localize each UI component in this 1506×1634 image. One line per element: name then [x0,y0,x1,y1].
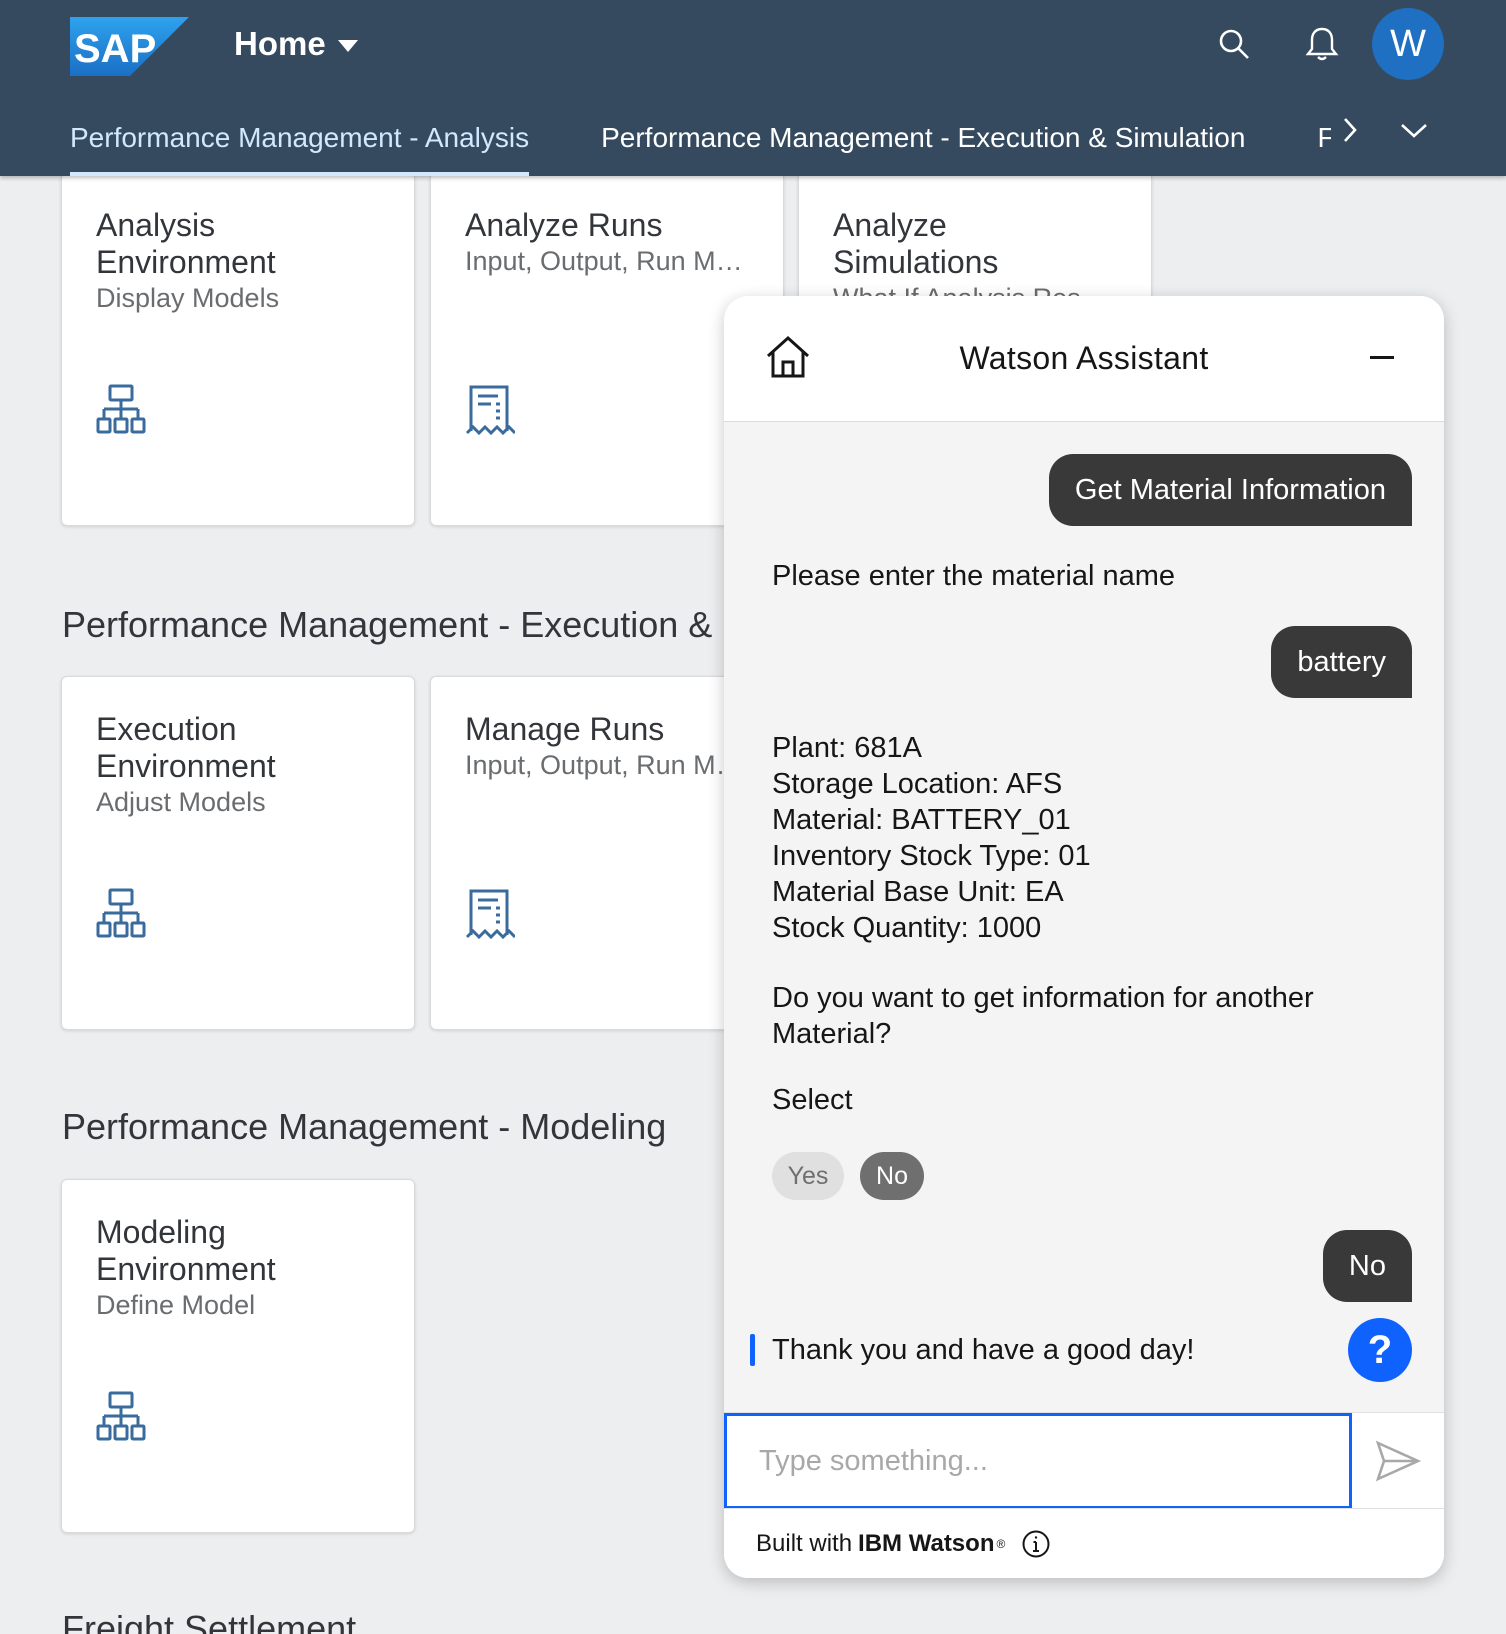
info-icon[interactable] [1021,1529,1051,1559]
footer-built-with: Built with [756,1529,853,1557]
option-no-button[interactable]: No [860,1152,924,1200]
bell-icon[interactable] [1300,22,1344,66]
tile-title: Analyze Runs Input, Output, Run Monitor [465,207,753,276]
chevron-down-icon[interactable] [1392,108,1436,152]
input-row [724,1412,1444,1509]
tile-title: Analysis Environment Display Models [96,207,384,315]
help-button[interactable]: ? [1348,1318,1412,1382]
watson-assistant-panel: Watson Assistant Get Material Informatio… [724,296,1444,1578]
bot-question: Do you want to get information for anoth… [772,982,1314,1050]
watson-footer: Built with IBM Watson ® [724,1508,1444,1578]
group-title-modeling: Performance Management - Modeling [62,1106,667,1147]
receipt-icon [465,385,515,436]
user-message: Get Material Information [1048,454,1412,526]
tile-title: Modeling Environment Define Model [96,1214,384,1322]
user-avatar[interactable]: W [1372,8,1444,80]
sap-logo[interactable]: SAP [70,17,189,76]
detail-line: Inventory Stock Type: 01 [772,840,1091,872]
tile-subtitle: Input, Output, Run Monitor [465,750,753,780]
home-menu-label: Home [234,25,326,62]
tab-pm-analysis[interactable]: Performance Management - Analysis [70,100,530,176]
bot-message-indicator [750,1334,755,1366]
tile-execution-environment[interactable]: Execution Environment Adjust Models [61,676,415,1030]
tile-title: Manage Runs Input, Output, Run Monitor [465,711,753,780]
chevron-right-icon[interactable] [1328,108,1372,152]
user-message: No [1322,1230,1412,1302]
tile-analysis-environment[interactable]: Analysis Environment Display Models [61,176,415,526]
hierarchy-icon [96,1391,146,1441]
send-icon[interactable] [1372,1435,1424,1487]
footer-brand: IBM Watson [858,1529,995,1557]
detail-line: Storage Location: AFS [772,768,1063,800]
select-label: Select [772,1084,853,1116]
tile-subtitle: Input, Output, Run Monitor [465,246,753,276]
search-icon[interactable] [1212,22,1256,66]
tile-title: Execution Environment Adjust Models [96,711,384,819]
option-yes-button[interactable]: Yes [772,1152,844,1200]
home-menu[interactable]: Home [234,22,358,66]
caret-down-icon [337,40,358,52]
minimize-icon[interactable] [1362,338,1402,378]
watson-title: Watson Assistant [959,340,1209,376]
detail-line: Material: BATTERY_01 [772,804,1071,836]
hierarchy-icon [96,384,146,434]
tile-subtitle: Adjust Models [96,787,266,817]
detail-line: Stock Quantity: 1000 [772,912,1042,944]
bot-message: Please enter the material name [772,560,1175,592]
svg-text:SAP: SAP [74,27,156,71]
tile-subtitle: Display Models [96,283,280,313]
tab-pm-execution-simulation[interactable]: Performance Management - Execution & Sim… [601,100,1245,176]
receipt-icon [465,889,515,940]
message-input[interactable] [724,1413,1352,1509]
detail-line: Plant: 681A [772,732,922,764]
bot-material-details: Plant: 681A Storage Location: AFS Materi… [772,730,1091,946]
user-message: battery [1271,626,1412,698]
footer-registered-mark: ® [996,1536,1006,1551]
watson-header: Watson Assistant [724,296,1444,422]
hierarchy-icon [96,888,146,938]
detail-line: Material Base Unit: EA [772,876,1064,908]
tile-modeling-environment[interactable]: Modeling Environment Define Model [61,1179,415,1533]
space-tabs: Performance Management - Analysis Perfor… [70,100,1359,176]
group-title-freight: Freight Settlement [62,1608,357,1634]
tile-subtitle: Define Model [96,1290,256,1320]
shell-header: SAP Home W Performance Management - Anal… [0,0,1506,176]
bot-message: Thank you and have a good day! [772,1334,1195,1366]
